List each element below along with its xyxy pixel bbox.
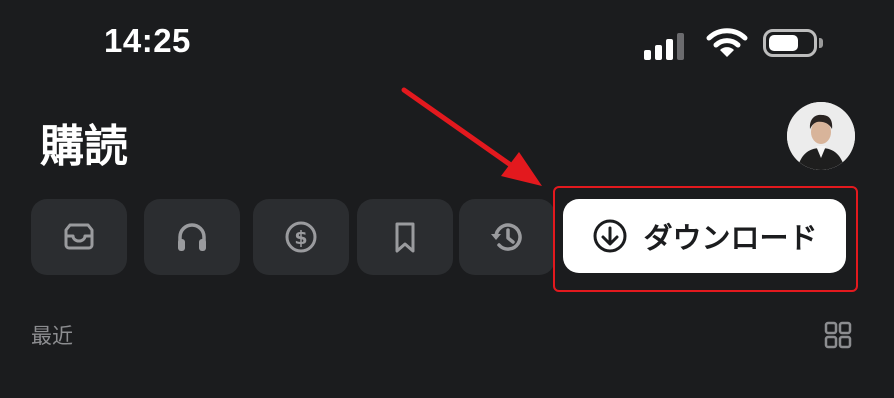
inbox-icon <box>64 223 94 250</box>
grid-view-icon[interactable] <box>824 321 852 349</box>
page-title: 購読 <box>40 121 128 172</box>
highlight-box <box>553 186 858 292</box>
history-icon <box>491 223 522 251</box>
filter-paid[interactable]: $ <box>253 199 349 275</box>
filter-inbox[interactable] <box>31 199 127 275</box>
section-label-recent: 最近 <box>31 324 73 348</box>
avatar[interactable] <box>787 102 855 170</box>
status-icons <box>644 28 834 60</box>
filter-bookmarks[interactable] <box>357 199 453 275</box>
filter-history[interactable] <box>459 199 555 275</box>
status-time: 14:25 <box>104 22 191 59</box>
wifi-icon <box>706 28 748 57</box>
dollar-icon: $ <box>285 221 317 253</box>
bookmark-icon <box>395 222 415 253</box>
headphones-icon <box>178 223 206 251</box>
filter-audio[interactable] <box>144 199 240 275</box>
svg-text:$: $ <box>294 227 307 249</box>
